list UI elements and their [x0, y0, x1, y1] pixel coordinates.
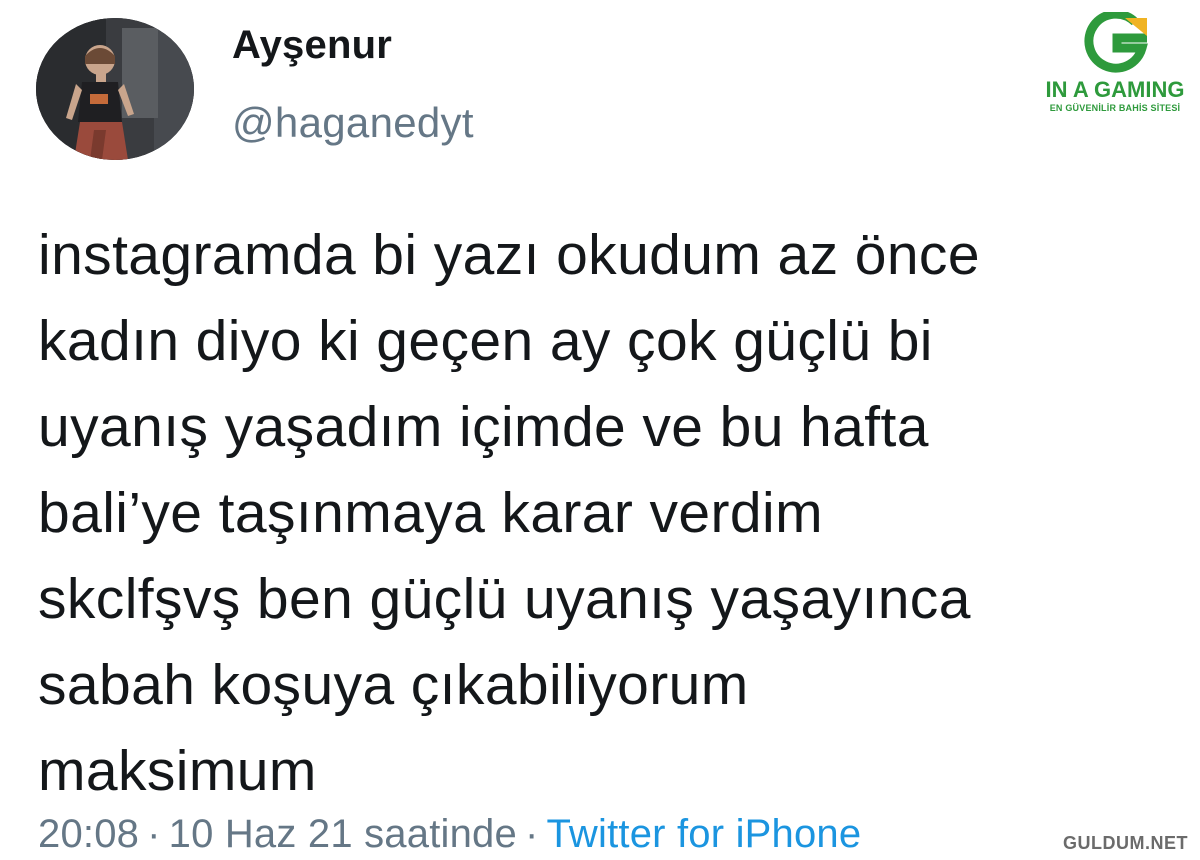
tweet-text-line: bali’ye taşınmaya karar verdim — [38, 481, 823, 545]
site-watermark: GULDUM.NET — [1063, 833, 1188, 853]
g-logo-icon — [1084, 12, 1148, 73]
display-name[interactable]: Ayşenur — [232, 22, 474, 68]
brand-tagline: EN GÜVENİLİR BAHİS SİTESİ — [1049, 103, 1181, 113]
tweet-header: Ayşenur @haganedyt — [36, 18, 474, 160]
tweet-text-line: skclfşvş ben güçlü uyanış yaşayınca — [38, 567, 971, 631]
tweet-date[interactable]: 10 Haz 21 saatinde — [169, 812, 517, 856]
user-names: Ayşenur @haganedyt — [232, 22, 474, 148]
avatar[interactable] — [36, 18, 194, 160]
brand-badge: IN A GAMING EN GÜVENİLİR BAHİS SİTESİ — [1040, 12, 1190, 114]
user-handle[interactable]: @haganedyt — [232, 98, 474, 148]
tweet-time[interactable]: 20:08 — [38, 812, 139, 856]
tweet-meta: 20:08 · 10 Haz 21 saatinde · Twitter for iPh… — [38, 808, 861, 860]
tweet-screenshot: Ayşenur @haganedyt IN A GAMING EN GÜVENİ… — [0, 0, 1200, 860]
tweet-text-line: maksimum — [38, 739, 317, 803]
avatar-photo — [36, 18, 194, 160]
tweet-text-line: uyanış yaşadım içimde ve bu hafta — [38, 395, 929, 459]
meta-separator: · — [147, 812, 161, 856]
brand-name: IN A GAMING — [1045, 77, 1185, 102]
meta-separator: · — [524, 812, 539, 856]
tweet-source-link[interactable]: Twitter for iPhone — [546, 812, 861, 856]
tweet-text-line: instagramda bi yazı okudum az önce — [38, 223, 980, 287]
tweet-text-line: kadın diyo ki geçen ay çok güçlü bi — [38, 309, 933, 373]
tweet-text-line: sabah koşuya çıkabiliyorum — [38, 653, 749, 717]
tweet-text: instagramda bi yazı okudum az önce kadın… — [38, 212, 1158, 814]
